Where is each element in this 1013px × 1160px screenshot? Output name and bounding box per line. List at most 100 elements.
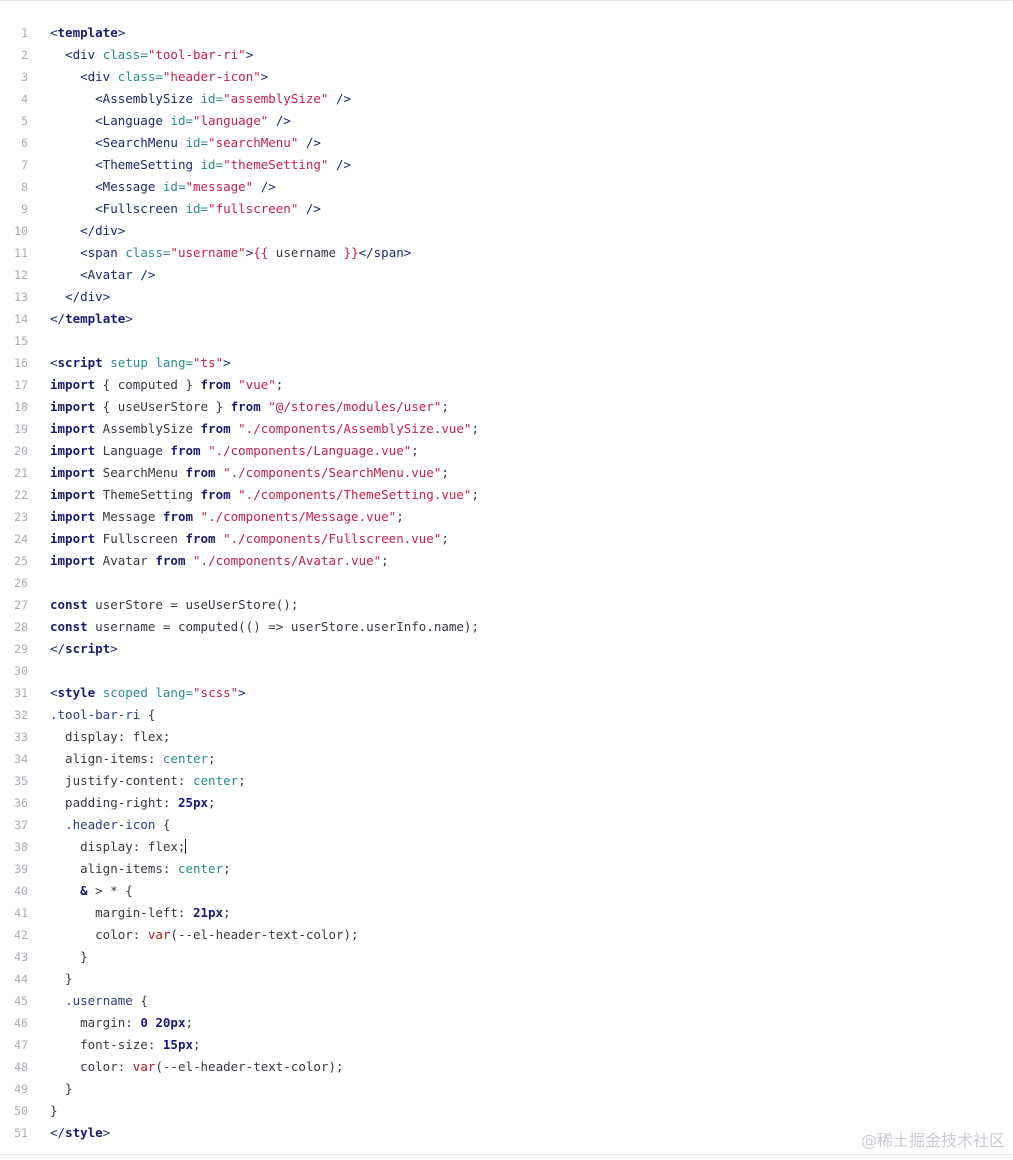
line-number: 47	[14, 1038, 28, 1052]
code-token: color:	[50, 1059, 133, 1074]
line-source: <Avatar />	[28, 264, 155, 286]
code-token: ;	[223, 905, 231, 920]
code-line: 24 import Fullscreen from "./components/F…	[0, 528, 1013, 550]
code-token: 21px	[193, 905, 224, 920]
code-line: 33 display: flex;	[0, 726, 1013, 748]
code-token: ThemeSetting	[95, 487, 201, 502]
line-source: color: var(--el-header-text-color);	[28, 924, 358, 946]
code-token: font-size:	[50, 1037, 163, 1052]
code-token: username	[268, 245, 344, 260]
code-token: />	[328, 91, 352, 106]
code-token: template	[57, 25, 118, 40]
line-number: 21	[14, 466, 28, 480]
line-number: 45	[14, 994, 28, 1008]
line-source	[28, 330, 50, 352]
code-token: >	[125, 311, 133, 326]
code-line: 12 <Avatar />	[0, 264, 1013, 286]
code-token: align-items:	[50, 751, 163, 766]
code-block: 1 <template> 2 <div class="tool-bar-ri"> 3 …	[0, 22, 1013, 1144]
line-number: 48	[14, 1060, 28, 1074]
code-line: 7 <ThemeSetting id="themeSetting" />	[0, 154, 1013, 176]
code-line: 13 </div>	[0, 286, 1013, 308]
line-number: 24	[14, 532, 28, 546]
line-number: 27	[14, 598, 28, 612]
line-number: 2	[21, 48, 28, 62]
code-line: 23 import Message from "./components/Mess…	[0, 506, 1013, 528]
line-number: 25	[14, 554, 28, 568]
code-token: <SearchMenu	[95, 135, 186, 150]
line-source: & > * {	[28, 880, 133, 902]
code-token: AssemblySize	[95, 421, 201, 436]
code-token: <span	[80, 245, 126, 260]
code-token: {	[140, 707, 156, 722]
line-number: 42	[14, 928, 28, 942]
code-token: var	[147, 927, 171, 942]
code-line: 18 import { useUserStore } from "@/stores…	[0, 396, 1013, 418]
code-token: ;	[208, 751, 216, 766]
code-token: "scss"	[193, 685, 239, 700]
line-source	[28, 660, 50, 682]
line-number: 29	[14, 642, 28, 656]
line-number: 28	[14, 620, 28, 634]
code-line: 20 import Language from "./components/Lan…	[0, 440, 1013, 462]
code-token: from	[230, 399, 261, 414]
code-line: 37 .header-icon {	[0, 814, 1013, 836]
code-token: ;	[223, 861, 231, 876]
code-line: 26	[0, 572, 1013, 594]
line-number: 41	[14, 906, 28, 920]
code-token: }	[50, 971, 73, 986]
line-number: 14	[14, 312, 28, 326]
code-token: >	[245, 47, 254, 62]
code-token: class=	[102, 47, 148, 62]
code-token: </div>	[80, 223, 126, 238]
line-number: 51	[14, 1126, 28, 1140]
line-source: <ThemeSetting id="themeSetting" />	[28, 154, 351, 176]
line-number: 1	[21, 26, 28, 40]
code-token: padding-right:	[50, 795, 178, 810]
code-token: class=	[117, 69, 163, 84]
line-number: 39	[14, 862, 28, 876]
code-line: 30	[0, 660, 1013, 682]
code-line: 29 </script>	[0, 638, 1013, 660]
code-token: "assemblySize"	[223, 91, 329, 106]
line-source: <script setup lang="ts">	[28, 352, 231, 374]
code-token: username = computed(() => userStore.user…	[87, 619, 479, 634]
line-number: 20	[14, 444, 28, 458]
line-number: 38	[14, 840, 28, 854]
line-number: 26	[14, 576, 28, 590]
code-token: ;	[396, 509, 404, 524]
code-token: align-items:	[50, 861, 178, 876]
code-line: 14 </template>	[0, 308, 1013, 330]
line-number: 18	[14, 400, 28, 414]
line-number: 46	[14, 1016, 28, 1030]
code-token: import	[50, 487, 96, 502]
code-token: "language"	[193, 113, 269, 128]
code-line: 39 align-items: center;	[0, 858, 1013, 880]
line-number: 13	[14, 290, 28, 304]
code-line: 35 justify-content: center;	[0, 770, 1013, 792]
code-line: 49 }	[0, 1078, 1013, 1100]
line-source: }	[28, 1078, 73, 1100]
code-token: import	[50, 377, 96, 392]
code-token: template	[65, 311, 126, 326]
code-token: ;	[411, 443, 419, 458]
line-source: color: var(--el-header-text-color);	[28, 1056, 343, 1078]
code-token: >	[102, 1125, 111, 1140]
line-number: 35	[14, 774, 28, 788]
code-token: id=	[162, 179, 186, 194]
code-token: "fullscreen"	[208, 201, 299, 216]
code-line: 47 font-size: 15px;	[0, 1034, 1013, 1056]
line-source: <span class="username">{{ username }}</s…	[28, 242, 411, 264]
code-line: 27 const userStore = useUserStore();	[0, 594, 1013, 616]
code-token: "username"	[170, 245, 246, 260]
code-token: ;	[238, 773, 246, 788]
code-token: ;	[185, 1015, 193, 1030]
